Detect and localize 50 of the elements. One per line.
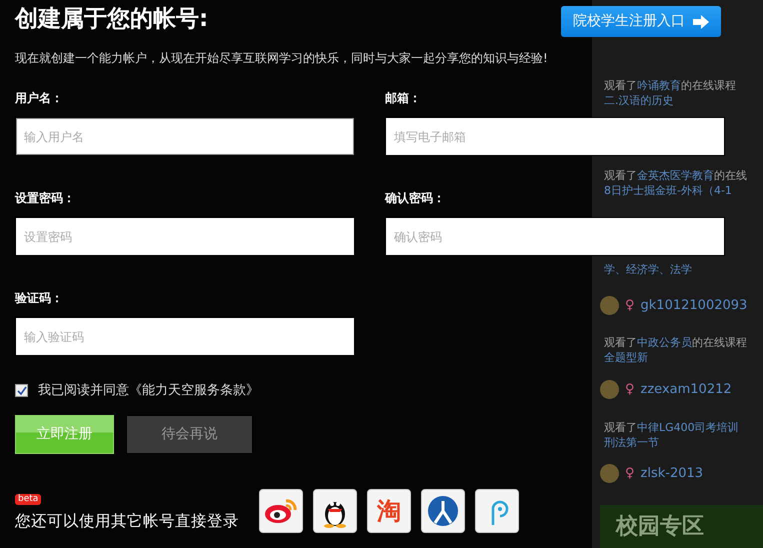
org-link[interactable]: 吟诵教育: [637, 79, 681, 92]
org-link[interactable]: 中律LG400司考培训: [637, 421, 739, 434]
feed-text: 观看了中政公务员的在线课程: [604, 335, 748, 350]
checkbox[interactable]: [15, 384, 28, 398]
org-link[interactable]: 中政公务员: [637, 336, 692, 349]
input-field[interactable]: 确认密码: [385, 217, 725, 256]
renren-login-button[interactable]: [421, 488, 465, 533]
feed-text: 观看了吟诵教育的在线课程: [604, 78, 737, 93]
username-link[interactable]: zlsk-2013: [640, 466, 704, 481]
input-field[interactable]: 输入验证码: [15, 317, 355, 356]
gender-symbol: ♀: [625, 466, 635, 481]
username-link[interactable]: zzexam10212: [640, 382, 732, 397]
qq-login-button[interactable]: [313, 488, 357, 533]
avatar-icon: [600, 296, 619, 315]
agree-text: 我已阅读并同意《能力天空服务条款》: [38, 382, 259, 400]
school-register-button[interactable]: 院校学生注册入口: [561, 6, 721, 37]
feed-text: 观看了金英杰医学教育的在线: [604, 168, 748, 183]
course-link[interactable]: 二.汉语的历史: [604, 93, 763, 108]
username-link[interactable]: gk10121002093: [640, 298, 748, 313]
gender-symbol: ♀: [625, 298, 635, 313]
avatar-icon: [600, 380, 619, 399]
input-field[interactable]: 设置密码: [15, 217, 355, 256]
course-link[interactable]: 刑法第一节: [604, 435, 763, 450]
person-logo-icon: [427, 494, 459, 527]
input-field[interactable]: 输入用户名: [15, 117, 355, 156]
course-link[interactable]: 学、经济学、法学: [604, 262, 763, 277]
course-link[interactable]: 8日护士掘金班-外科（4-1: [604, 183, 763, 198]
campus-zone-panel[interactable]: 校园专区: [600, 505, 763, 548]
gender-symbol: ♀: [625, 382, 635, 397]
later-button[interactable]: 待会再说: [126, 414, 253, 454]
weibo-login-button[interactable]: [259, 488, 303, 533]
field-label: 验证码：: [15, 290, 63, 307]
taobao-login-button[interactable]: 淘: [367, 488, 411, 533]
beta-badge: beta: [15, 494, 42, 504]
field-label: 设置密码：: [15, 190, 75, 207]
org-link[interactable]: 金英杰医学教育: [637, 169, 714, 182]
field-label: 邮箱：: [385, 90, 421, 107]
dialog-subtitle: 现在就创建一个能力帐户，从现在开始尽享互联网学习的快乐，同时与大家一起分享您的知识与经验!: [15, 50, 549, 67]
terms-link[interactable]: 《能力天空服务条款》: [129, 383, 259, 398]
field-label: 确认密码：: [385, 190, 445, 207]
avatar-icon: [600, 464, 619, 483]
feed-text: 观看了中律LG400司考培训: [604, 420, 740, 435]
input-field[interactable]: 填写电子邮箱: [385, 117, 725, 156]
dialog-title: 创建属于您的帐号:: [15, 6, 208, 34]
eye-logo-icon: [264, 496, 298, 525]
pen-login-button[interactable]: [475, 488, 519, 533]
field-label: 用户名：: [15, 90, 63, 107]
course-link[interactable]: 全题型新: [604, 350, 763, 365]
alt-login-text: 您还可以使用其它帐号直接登录: [15, 510, 239, 532]
arrow-icon: [693, 14, 709, 28]
